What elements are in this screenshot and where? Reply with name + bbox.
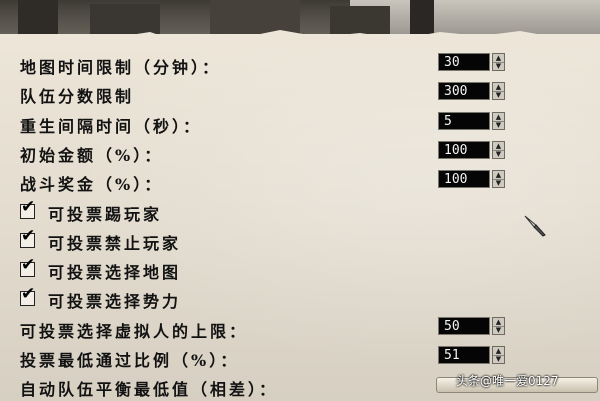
number-spinner: ▲ ▼ <box>492 53 505 71</box>
sword-cursor-icon <box>524 215 546 237</box>
check-icon: ✔ <box>21 284 36 304</box>
number-spinner: ▲ ▼ <box>492 170 505 188</box>
setting-label: 初始金额（%）： <box>20 146 164 165</box>
arrow-down-icon[interactable]: ▼ <box>493 355 504 363</box>
setting-label: 可投票选择地图 <box>48 263 182 282</box>
setting-label: 可投票选择势力 <box>48 292 182 311</box>
setting-label: 战斗奖金（%）： <box>20 175 164 194</box>
setting-number-field[interactable]: 100 <box>438 141 490 159</box>
arrow-down-icon[interactable]: ▼ <box>493 326 504 334</box>
settings-list: 地图时间限制（分钟）： 30 ▲ ▼ 队伍分数限制 300 ▲ ▼ 重生间隔时间（秒）： 5 ▲ ▼ 初… <box>0 0 600 400</box>
setting-row: 队伍分数限制 300 ▲ ▼ <box>0 80 600 108</box>
setting-row: ✔ 可投票选择势力 <box>0 285 600 313</box>
setting-row: ✔ 可投票选择地图 <box>0 256 600 284</box>
number-spinner: ▲ ▼ <box>492 346 505 364</box>
setting-label: 可投票选择虚拟人的上限： <box>20 322 249 341</box>
number-spinner: ▲ ▼ <box>492 141 505 159</box>
arrow-down-icon[interactable]: ▼ <box>493 121 504 129</box>
arrow-down-icon[interactable]: ▼ <box>493 91 504 99</box>
setting-label: 队伍分数限制 <box>20 87 135 106</box>
setting-checkbox[interactable]: ✔ <box>20 257 35 277</box>
setting-row: 地图时间限制（分钟）： 30 ▲ ▼ <box>0 51 600 79</box>
number-spinner: ▲ ▼ <box>492 82 505 100</box>
setting-number-field[interactable]: 300 <box>438 82 490 100</box>
setting-label: 自动队伍平衡最低值（相差）： <box>20 380 279 399</box>
setting-checkbox[interactable]: ✔ <box>20 199 35 219</box>
arrow-down-icon[interactable]: ▼ <box>493 179 504 187</box>
setting-checkbox[interactable]: ✔ <box>20 228 35 248</box>
setting-row: 初始金额（%）： 100 ▲ ▼ <box>0 139 600 167</box>
setting-number-field[interactable]: 30 <box>438 53 490 71</box>
setting-row: ✔ 可投票踢玩家 <box>0 198 600 226</box>
setting-row: 可投票选择虚拟人的上限： 50 ▲ ▼ <box>0 315 600 343</box>
check-icon: ✔ <box>21 197 36 217</box>
setting-label: 可投票踢玩家 <box>48 205 163 224</box>
watermark-text: 头条@唯一爱0127 <box>456 374 559 388</box>
arrow-down-icon[interactable]: ▼ <box>493 150 504 158</box>
arrow-down-icon[interactable]: ▼ <box>493 62 504 70</box>
number-spinner: ▲ ▼ <box>492 112 505 130</box>
setting-number-field[interactable]: 100 <box>438 170 490 188</box>
setting-label: 可投票禁止玩家 <box>48 234 182 253</box>
check-icon: ✔ <box>21 255 36 275</box>
setting-label: 重生间隔时间（秒）： <box>20 117 203 136</box>
setting-checkbox[interactable]: ✔ <box>20 286 35 306</box>
setting-row: 投票最低通过比例（%）： 51 ▲ ▼ <box>0 344 600 372</box>
setting-row: 战斗奖金（%）： 100 ▲ ▼ <box>0 168 600 196</box>
setting-row: 重生间隔时间（秒）： 5 ▲ ▼ <box>0 110 600 138</box>
setting-label: 地图时间限制（分钟）： <box>20 58 222 77</box>
setting-label: 投票最低通过比例（%）： <box>20 351 240 370</box>
setting-number-field[interactable]: 5 <box>438 112 490 130</box>
check-icon: ✔ <box>21 226 36 246</box>
setting-row: ✔ 可投票禁止玩家 <box>0 227 600 255</box>
number-spinner: ▲ ▼ <box>492 317 505 335</box>
setting-number-field[interactable]: 50 <box>438 317 490 335</box>
setting-number-field[interactable]: 51 <box>438 346 490 364</box>
